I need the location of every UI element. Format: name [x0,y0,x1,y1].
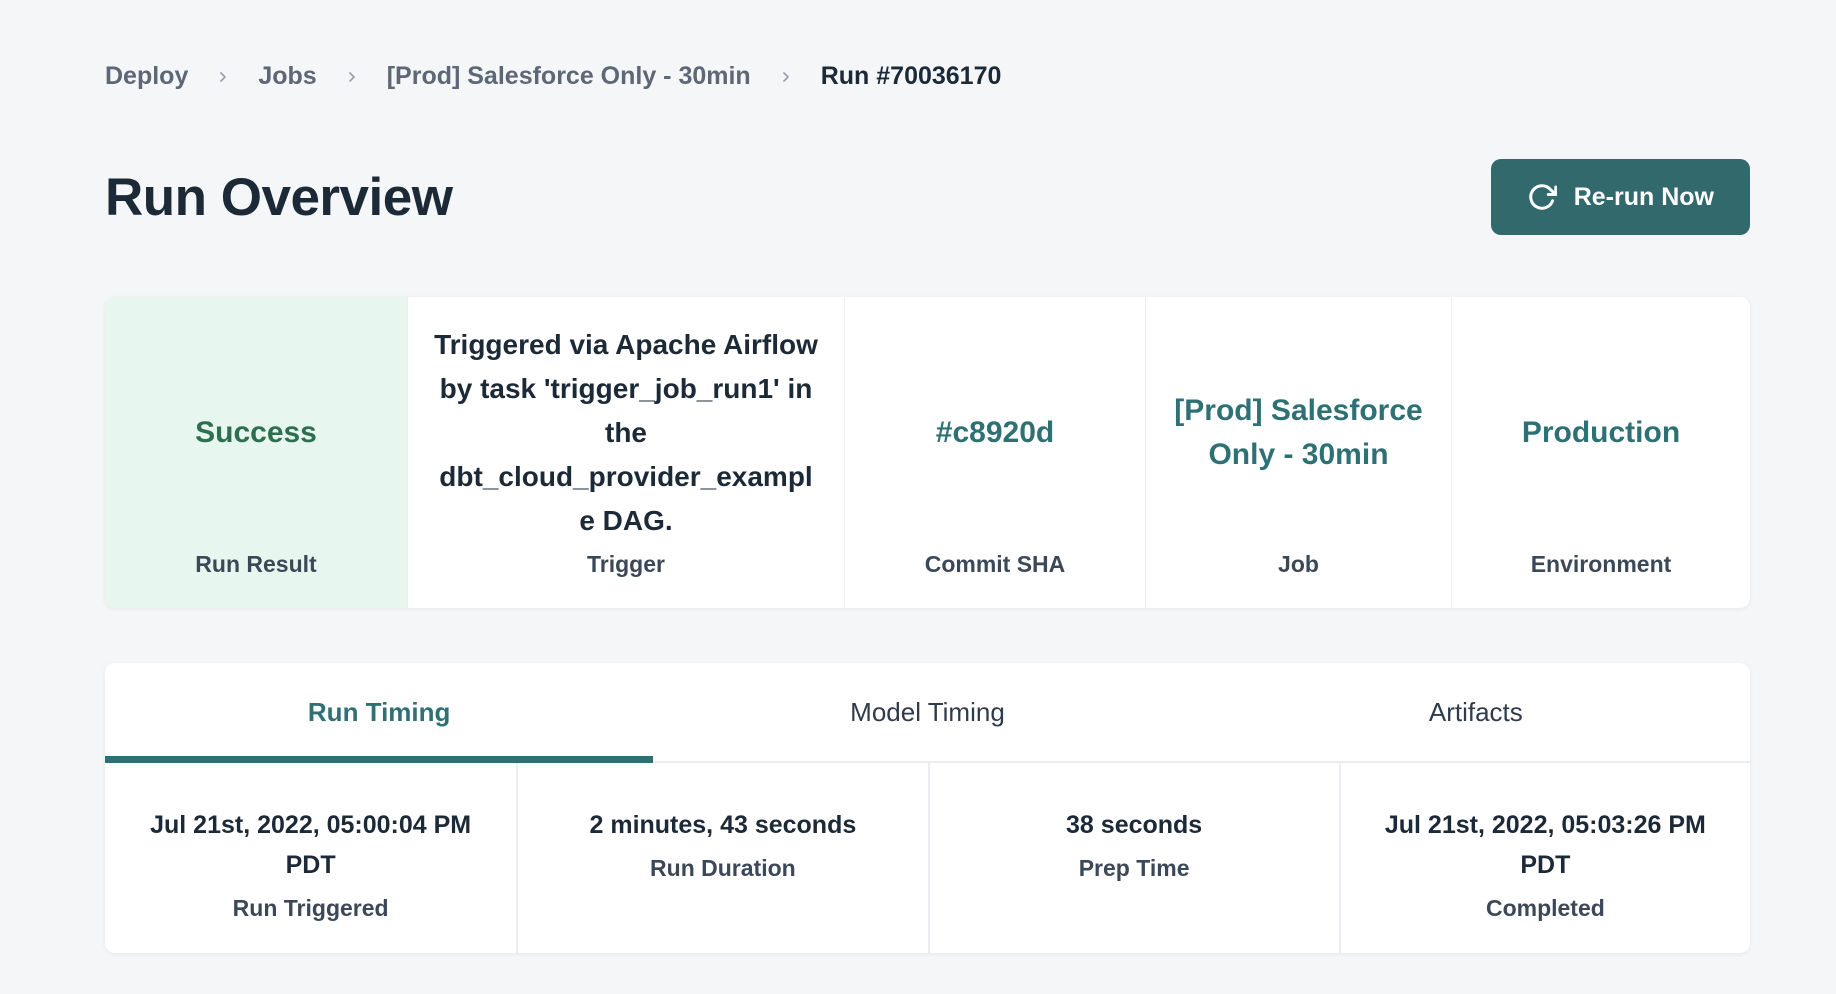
run-triggered-value: Jul 21st, 2022, 05:00:04 PM PDT [129,805,492,885]
run-result-label: Run Result [105,551,407,608]
chevron-right-icon [344,65,360,89]
page-header: Run Overview Re-run Now [105,159,1750,235]
tab-model-timing[interactable]: Model Timing [653,663,1201,761]
timing-card-completed: Jul 21st, 2022, 05:03:26 PM PDT Complete… [1339,763,1750,953]
tab-artifacts-label: Artifacts [1429,697,1523,728]
prep-time-label: Prep Time [1079,855,1190,882]
completed-label: Completed [1486,895,1605,922]
breadcrumb-item-job-name[interactable]: [Prod] Salesforce Only - 30min [387,62,751,91]
chevron-right-icon [778,65,794,89]
run-timing-row: Jul 21st, 2022, 05:00:04 PM PDT Run Trig… [105,763,1750,953]
refresh-icon [1527,182,1557,212]
breadcrumb-item-current-run: Run #70036170 [821,62,1002,91]
rerun-now-button[interactable]: Re-run Now [1491,159,1750,235]
rerun-button-label: Re-run Now [1574,183,1714,212]
prep-time-value: 38 seconds [1066,805,1202,845]
trigger-value: Triggered via Apache Airflow by task 'tr… [434,323,818,543]
tab-model-timing-label: Model Timing [850,697,1005,728]
summary-card-environment: Production Environment [1451,297,1750,608]
run-overview-page: Deploy Jobs [Prod] Salesforce Only - 30m… [0,0,1836,994]
commit-sha-link[interactable]: #c8920d [936,411,1054,455]
summary-card-trigger: Triggered via Apache Airflow by task 'tr… [407,297,844,608]
completed-value: Jul 21st, 2022, 05:03:26 PM PDT [1365,805,1726,885]
job-label: Job [1146,551,1451,608]
page-content: Deploy Jobs [Prod] Salesforce Only - 30m… [105,0,1750,953]
trigger-label: Trigger [408,551,844,608]
page-title: Run Overview [105,167,452,228]
environment-link[interactable]: Production [1522,411,1680,455]
timing-card-run-duration: 2 minutes, 43 seconds Run Duration [516,763,927,953]
active-tab-indicator [105,756,653,763]
summary-card-job: [Prod] Salesforce Only - 30min Job [1145,297,1451,608]
commit-sha-label: Commit SHA [845,551,1145,608]
run-result-value: Success [195,411,317,455]
timing-card-run-triggered: Jul 21st, 2022, 05:00:04 PM PDT Run Trig… [105,763,516,953]
summary-card-commit-sha: #c8920d Commit SHA [844,297,1145,608]
breadcrumb-item-deploy[interactable]: Deploy [105,62,188,91]
breadcrumb-item-jobs[interactable]: Jobs [258,62,316,91]
chevron-right-icon [215,65,231,89]
run-duration-value: 2 minutes, 43 seconds [589,805,856,845]
run-summary-panel: Success Run Result Triggered via Apache … [105,297,1750,608]
environment-label: Environment [1452,551,1750,608]
tab-bar: Run Timing Model Timing Artifacts [105,663,1750,763]
run-triggered-label: Run Triggered [233,895,389,922]
job-link[interactable]: [Prod] Salesforce Only - 30min [1172,389,1425,477]
run-detail-panel: Run Timing Model Timing Artifacts Jul 21… [105,663,1750,953]
run-duration-label: Run Duration [650,855,796,882]
tab-artifacts[interactable]: Artifacts [1202,663,1750,761]
timing-card-prep-time: 38 seconds Prep Time [928,763,1339,953]
tab-run-timing[interactable]: Run Timing [105,663,653,761]
summary-card-run-result: Success Run Result [105,297,407,608]
tab-run-timing-label: Run Timing [308,697,451,728]
breadcrumb: Deploy Jobs [Prod] Salesforce Only - 30m… [105,62,1750,91]
